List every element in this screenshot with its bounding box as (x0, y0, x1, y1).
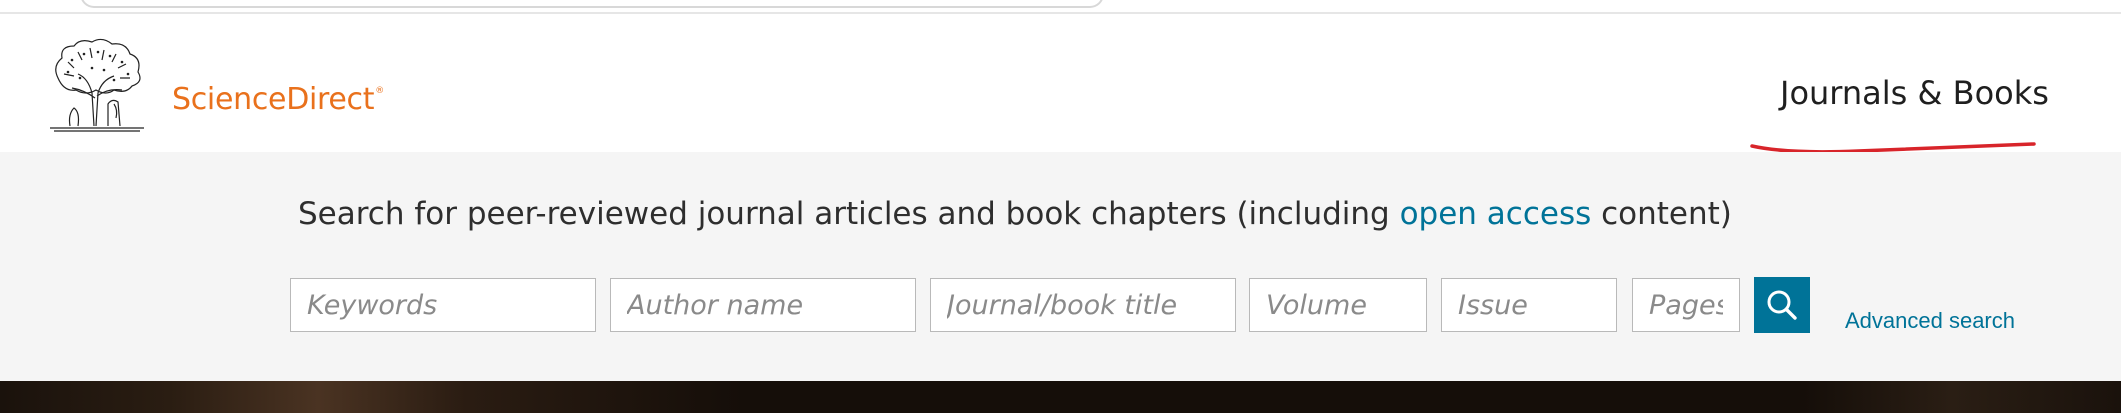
journals-books-link[interactable]: Journals & Books (1780, 74, 2049, 112)
browser-top-strip (0, 0, 2121, 14)
tagline-text-end: content) (1591, 196, 1732, 232)
site-header: ScienceDirect® Journals & Books (0, 14, 2121, 154)
author-name-input[interactable] (610, 278, 916, 332)
issue-input[interactable] (1441, 278, 1617, 332)
volume-input[interactable] (1249, 278, 1427, 332)
keywords-input[interactable] (290, 278, 596, 332)
hero-image (0, 381, 2121, 413)
browser-tab-edge (80, 0, 1104, 8)
search-button[interactable] (1754, 277, 1810, 333)
brand-wordmark[interactable]: ScienceDirect® (172, 82, 384, 117)
journal-book-title-input[interactable] (930, 278, 1236, 332)
search-tagline: Search for peer-reviewed journal article… (298, 196, 1732, 232)
search-panel: Search for peer-reviewed journal article… (0, 152, 2121, 381)
search-icon (1767, 290, 1797, 320)
open-access-link[interactable]: open access (1400, 196, 1592, 232)
advanced-search-link[interactable]: Advanced search (1845, 308, 2015, 334)
registered-mark: ® (375, 86, 384, 96)
pages-input[interactable] (1632, 278, 1740, 332)
tagline-text-start: Search for peer-reviewed journal article… (298, 196, 1400, 232)
brand-name: ScienceDirect (172, 82, 375, 117)
elsevier-tree-icon[interactable] (48, 38, 146, 134)
